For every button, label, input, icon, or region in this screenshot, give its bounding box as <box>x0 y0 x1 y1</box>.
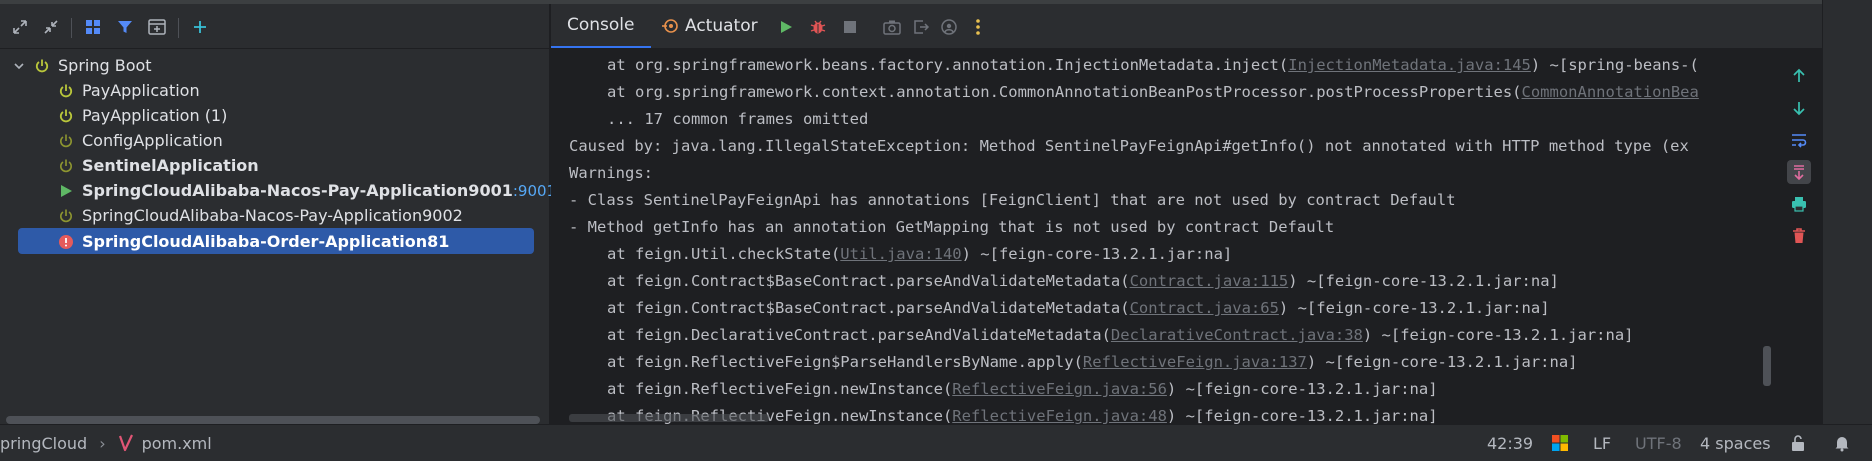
power-icon <box>58 208 76 224</box>
console-line: at org.springframework.context.annotatio… <box>607 83 1699 101</box>
error-icon <box>58 234 76 250</box>
tree-item-label: ConfigApplication <box>82 131 223 150</box>
run-icon <box>58 183 76 199</box>
breadcrumb-project[interactable]: pringCloud <box>0 434 87 453</box>
tab-console-label: Console <box>567 15 635 35</box>
caret-position[interactable]: 42:39 <box>1487 425 1533 461</box>
run-console-panel: Console Actuator at org.springframework.… <box>551 4 1822 424</box>
windows-icon[interactable] <box>1551 425 1569 461</box>
tree-item-label: SpringCloudAlibaba-Order-Application81 <box>82 232 450 251</box>
profiler-icon[interactable] <box>939 17 959 37</box>
source-link[interactable]: DeclarativeContract.java:38 <box>1111 326 1363 344</box>
console-side-toolbar <box>1773 52 1822 424</box>
services-panel: Spring Boot PayApplication PayApplicatio… <box>0 4 561 424</box>
console-line: at feign.Util.checkState(Util.java:140) … <box>607 245 1233 263</box>
tree-item-sentinel-application[interactable]: SentinelApplication <box>58 153 259 178</box>
right-tool-window-strip <box>1822 0 1872 424</box>
source-link[interactable]: Contract.java:65 <box>1130 299 1279 317</box>
group-by-icon[interactable] <box>82 16 104 38</box>
tree-item-nacos-pay-9001[interactable]: SpringCloudAlibaba-Nacos-Pay-Application… <box>58 178 561 203</box>
maven-icon <box>118 434 134 452</box>
filter-icon[interactable] <box>114 16 136 38</box>
tree-item-order-application-81[interactable]: SpringCloudAlibaba-Order-Application81 <box>58 229 449 254</box>
tree-item-label: SpringCloudAlibaba-Nacos-Pay-Application… <box>82 181 513 200</box>
toolbar-separator <box>71 18 72 38</box>
breadcrumb: pringCloud › pom.xml <box>0 425 212 461</box>
source-link[interactable]: Util.java:140 <box>840 245 961 263</box>
source-link[interactable]: ReflectiveFeign.java:56 <box>952 380 1167 398</box>
console-line: at feign.ReflectiveFeign$ParseHandlersBy… <box>607 353 1578 371</box>
trash-icon[interactable] <box>1787 224 1811 248</box>
source-link[interactable]: InjectionMetadata.java:145 <box>1288 56 1531 74</box>
notifications-bell-icon[interactable] <box>1834 425 1850 461</box>
camera-icon[interactable] <box>882 17 902 37</box>
tree-item-pay-application[interactable]: PayApplication <box>58 78 200 103</box>
soft-wrap-icon[interactable] <box>1787 128 1811 152</box>
breadcrumb-file[interactable]: pom.xml <box>142 434 212 453</box>
expand-all-icon[interactable] <box>9 16 31 38</box>
breadcrumb-separator: › <box>99 433 106 453</box>
tree-root-spring-boot[interactable]: Spring Boot <box>10 53 152 78</box>
stop-icon[interactable] <box>840 17 860 37</box>
tree-item-label: PayApplication (1) <box>82 106 228 125</box>
status-bar: pringCloud › pom.xml 42:39 LF UTF-8 4 sp… <box>0 424 1872 461</box>
vertical-scrollbar[interactable] <box>1763 346 1771 386</box>
actuator-icon <box>661 17 679 35</box>
arrow-up-icon[interactable] <box>1787 64 1811 88</box>
horizontal-scrollbar[interactable] <box>6 416 540 424</box>
console-line: at feign.DeclarativeContract.parseAndVal… <box>607 326 1634 344</box>
exit-icon[interactable] <box>911 17 931 37</box>
arrow-down-icon[interactable] <box>1787 96 1811 120</box>
source-link[interactable]: ReflectiveFeign.java:137 <box>1083 353 1307 371</box>
new-tab-icon[interactable] <box>146 16 168 38</box>
tab-actuator[interactable]: Actuator <box>661 4 758 48</box>
console-toolbar: Console Actuator <box>551 4 1822 49</box>
console-line: Caused by: java.lang.IllegalStateExcepti… <box>569 137 1689 155</box>
console-output[interactable]: at org.springframework.beans.factory.ann… <box>551 52 1771 424</box>
console-line: at feign.Contract$BaseContract.parseAndV… <box>607 272 1559 290</box>
more-options-icon[interactable] <box>968 17 988 37</box>
power-icon <box>58 133 76 149</box>
tree-root-label: Spring Boot <box>58 56 152 75</box>
tree-item-label: SpringCloudAlibaba-Nacos-Pay-Application… <box>82 206 463 225</box>
power-icon <box>58 83 76 99</box>
tree-item-pay-application-1[interactable]: PayApplication (1) <box>58 103 227 128</box>
debug-icon[interactable] <box>808 17 828 37</box>
horizontal-scrollbar-console[interactable] <box>569 414 769 422</box>
file-encoding[interactable]: UTF-8 <box>1635 425 1682 461</box>
rerun-icon[interactable] <box>776 17 796 37</box>
print-icon[interactable] <box>1787 192 1811 216</box>
console-line: at org.springframework.beans.factory.ann… <box>607 56 1699 74</box>
indent-setting[interactable]: 4 spaces <box>1700 425 1771 461</box>
console-line: at feign.Contract$BaseContract.parseAndV… <box>607 299 1550 317</box>
line-separator[interactable]: LF <box>1593 425 1611 461</box>
console-line: - Class SentinelPayFeignApi has annotati… <box>569 191 1456 209</box>
console-line: ... 17 common frames omitted <box>607 110 869 128</box>
power-icon <box>58 158 76 174</box>
add-service-icon[interactable] <box>189 16 211 38</box>
console-line: - Method getInfo has an annotation GetMa… <box>569 218 1335 236</box>
source-link[interactable]: ReflectiveFeign.java:48 <box>952 407 1167 424</box>
scroll-to-end-icon[interactable] <box>1787 160 1811 184</box>
collapse-all-icon[interactable] <box>40 16 62 38</box>
console-line: Warnings: <box>569 164 653 182</box>
tab-actuator-label: Actuator <box>685 16 758 36</box>
power-icon <box>58 108 76 124</box>
tree-item-nacos-pay-9002[interactable]: SpringCloudAlibaba-Nacos-Pay-Application… <box>58 203 463 228</box>
power-icon <box>34 58 52 74</box>
toolbar-separator <box>178 18 179 38</box>
lock-icon[interactable] <box>1790 425 1806 461</box>
console-line: at feign.ReflectiveFeign.newInstance(Ref… <box>607 380 1438 398</box>
tab-console[interactable]: Console <box>551 4 651 48</box>
tree-item-label: SentinelApplication <box>82 156 259 175</box>
chevron-down-icon[interactable] <box>10 60 28 72</box>
source-link[interactable]: CommonAnnotationBea <box>1522 83 1699 101</box>
services-toolbar <box>0 4 549 49</box>
source-link[interactable]: Contract.java:115 <box>1130 272 1289 290</box>
tree-item-label: PayApplication <box>82 81 200 100</box>
tree-item-config-application[interactable]: ConfigApplication <box>58 128 223 153</box>
